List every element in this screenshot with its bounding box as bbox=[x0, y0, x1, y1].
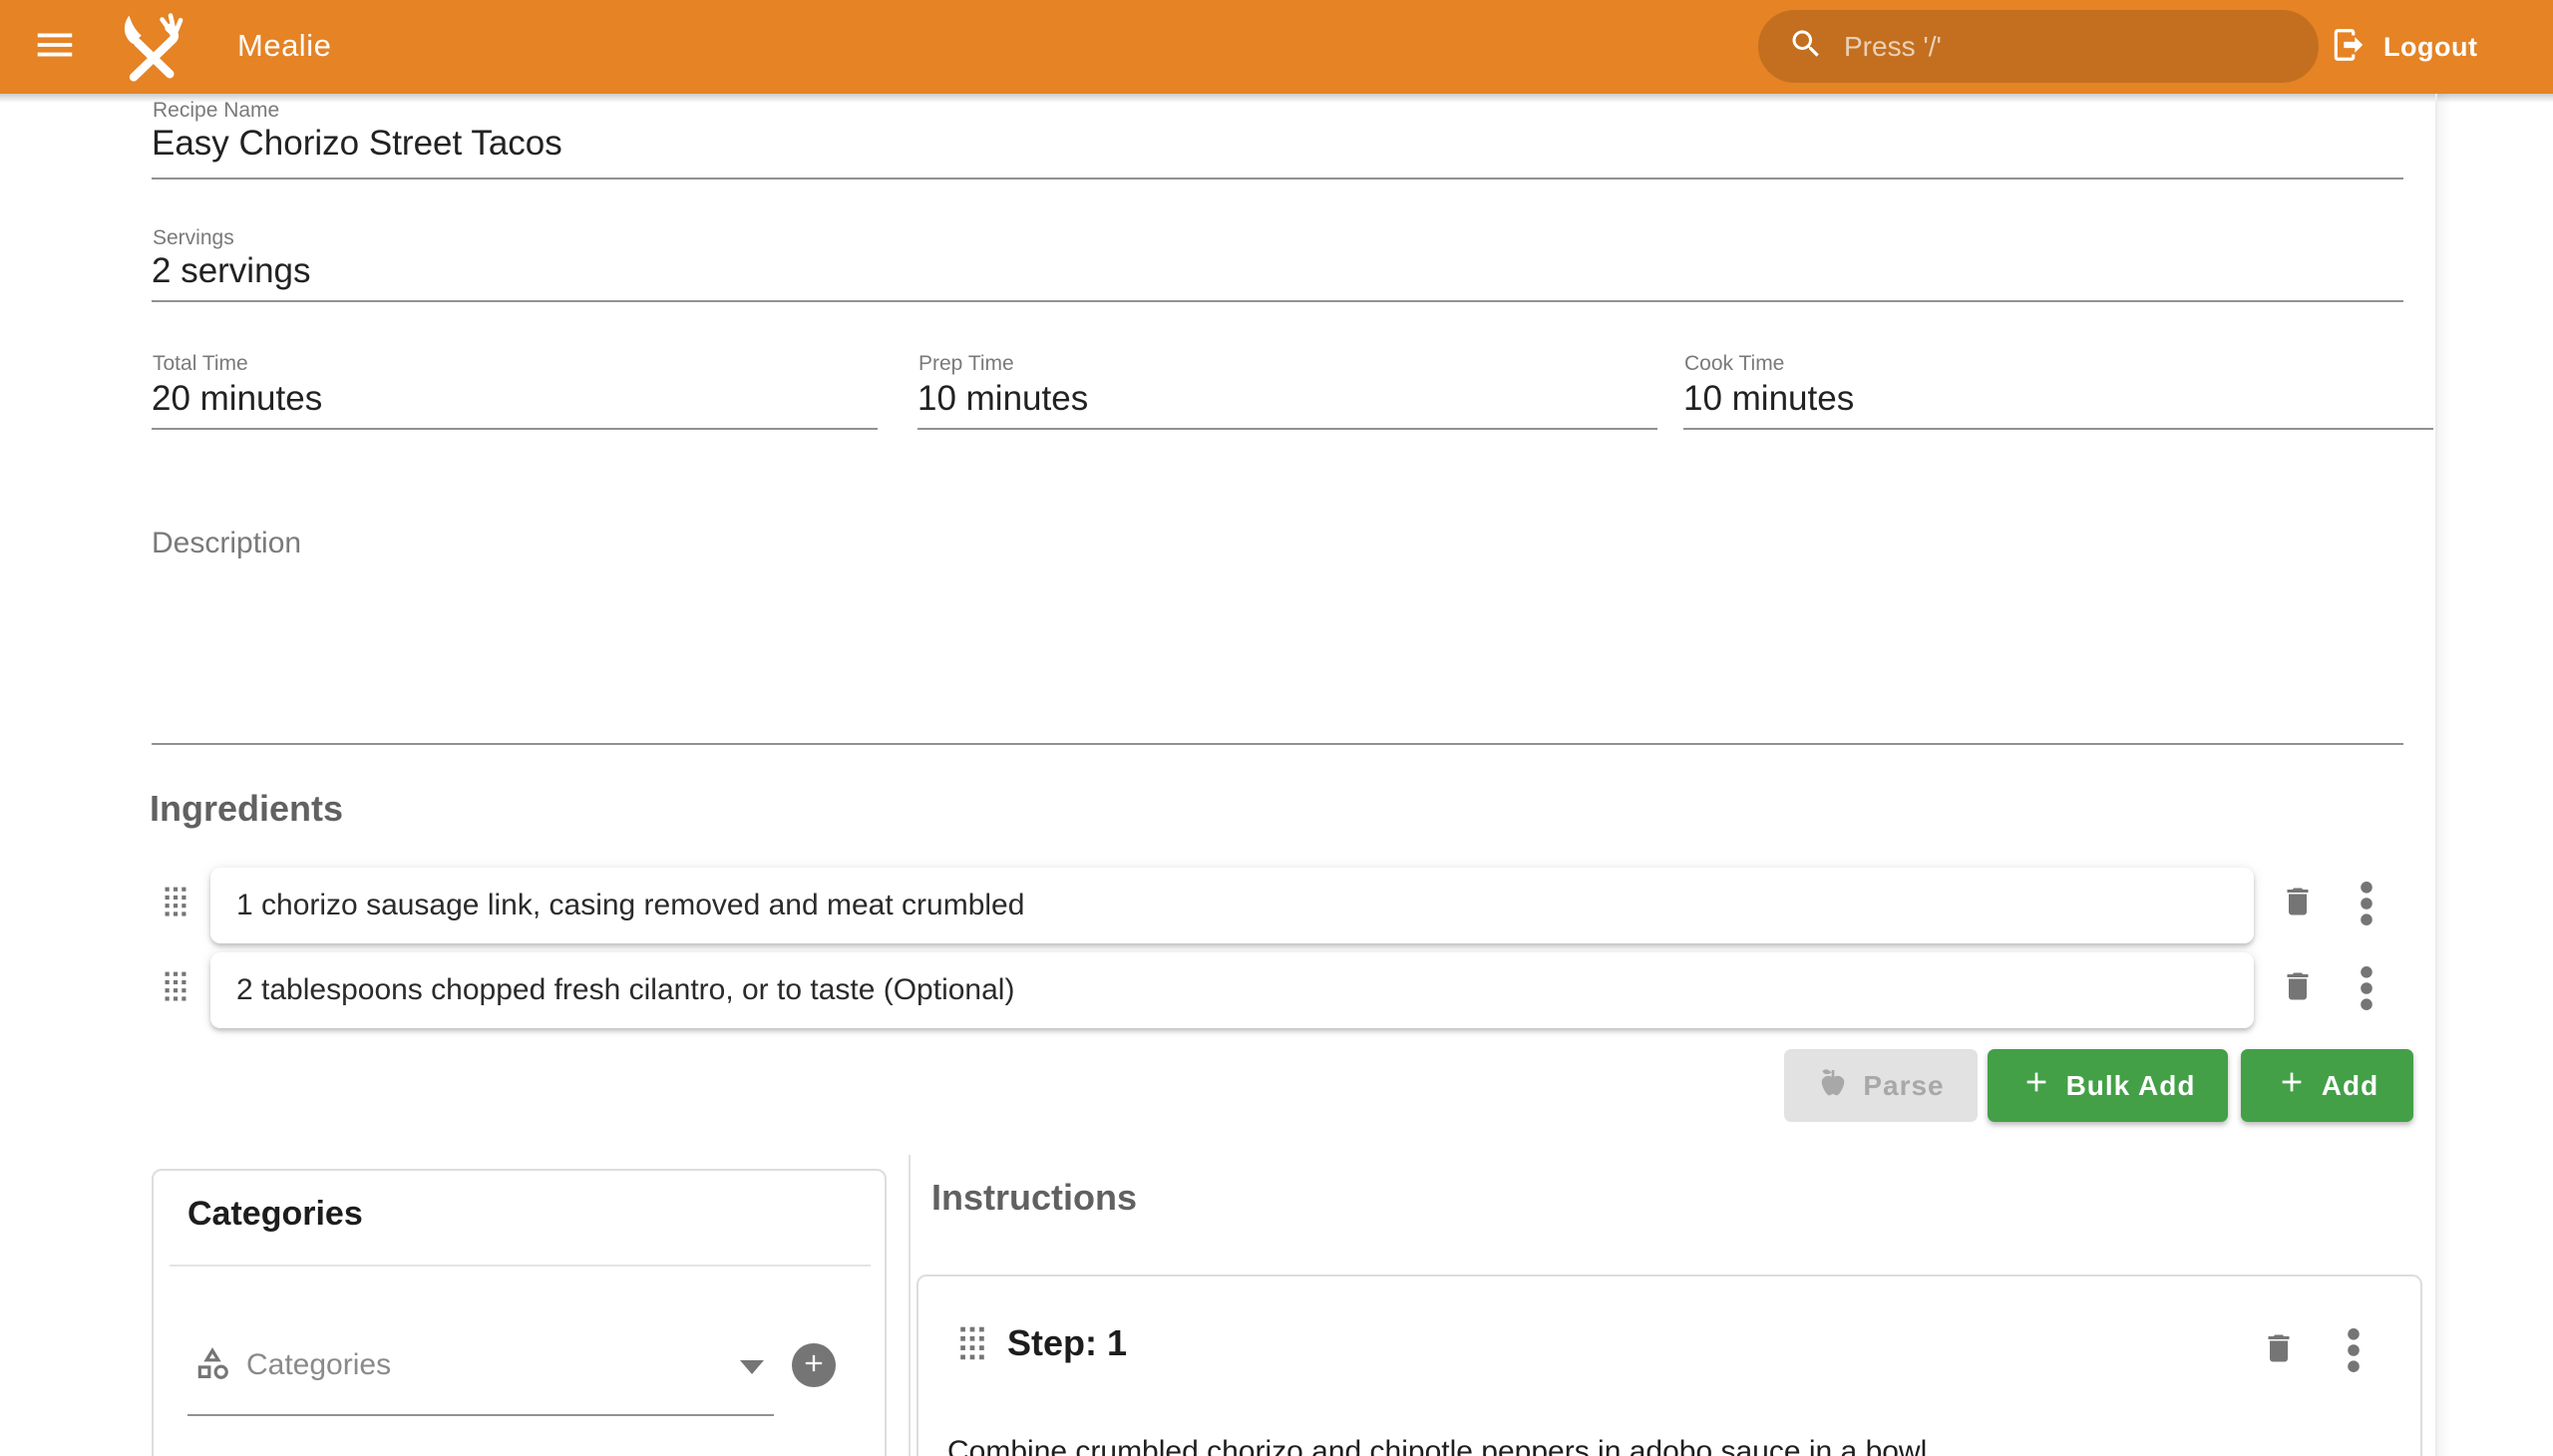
recipe-name-label: Recipe Name bbox=[153, 99, 279, 123]
content-right-shade bbox=[2437, 94, 2451, 1456]
categories-select-placeholder: Categories bbox=[246, 1348, 391, 1382]
parse-button[interactable]: Parse bbox=[1784, 1049, 1978, 1122]
categories-title: Categories bbox=[187, 1195, 363, 1234]
prep-time-field[interactable]: 10 minutes bbox=[917, 379, 1088, 419]
prep-time-label: Prep Time bbox=[918, 352, 1014, 376]
total-time-label: Total Time bbox=[153, 352, 248, 376]
step-options-button[interactable] bbox=[2347, 1328, 2361, 1377]
card-divider bbox=[170, 1265, 871, 1267]
add-button[interactable]: Add bbox=[2241, 1049, 2413, 1122]
description-label: Description bbox=[152, 527, 301, 560]
total-time-field[interactable]: 20 minutes bbox=[152, 379, 322, 419]
drag-handle-icon[interactable] bbox=[164, 887, 187, 918]
plus-icon bbox=[800, 1349, 828, 1382]
bulk-add-label: Bulk Add bbox=[2066, 1070, 2196, 1102]
header-shadow bbox=[0, 94, 2553, 103]
ingredient-options-button[interactable] bbox=[2360, 882, 2373, 930]
cook-time-field[interactable]: 10 minutes bbox=[1683, 379, 1854, 419]
bulk-add-button[interactable]: Bulk Add bbox=[1988, 1049, 2228, 1122]
kebab-menu-icon bbox=[2360, 997, 2373, 1014]
ingredients-heading: Ingredients bbox=[150, 788, 343, 830]
categories-card: Categories Categories bbox=[152, 1169, 887, 1456]
ingredient-text: 2 tablespoons chopped fresh cilantro, or… bbox=[236, 973, 1014, 1007]
app-bar: Mealie Logout bbox=[0, 0, 2553, 94]
cook-time-underline bbox=[1683, 428, 2433, 430]
app-logo-icon bbox=[114, 11, 187, 85]
step-title: Step: 1 bbox=[1007, 1322, 1127, 1364]
instructions-heading: Instructions bbox=[931, 1177, 1137, 1219]
kebab-menu-icon bbox=[2347, 1359, 2361, 1376]
servings-field[interactable]: 2 servings bbox=[152, 251, 311, 291]
logout-label: Logout bbox=[2383, 32, 2477, 63]
search-input[interactable] bbox=[1842, 30, 2309, 64]
column-divider bbox=[909, 1155, 911, 1456]
servings-underline bbox=[152, 300, 2403, 302]
search-icon bbox=[1788, 26, 1824, 67]
cook-time-label: Cook Time bbox=[1684, 352, 1784, 376]
description-textarea[interactable] bbox=[152, 560, 2403, 740]
plus-icon bbox=[2020, 1066, 2052, 1105]
kebab-menu-icon bbox=[2360, 912, 2373, 929]
app-title: Mealie bbox=[237, 28, 331, 64]
prep-time-underline bbox=[917, 428, 1657, 430]
ingredient-options-button[interactable] bbox=[2360, 966, 2373, 1015]
ingredient-text: 1 chorizo sausage link, casing removed a… bbox=[236, 889, 1024, 922]
delete-ingredient-button[interactable] bbox=[2280, 880, 2316, 928]
add-category-button[interactable] bbox=[792, 1343, 836, 1387]
description-underline bbox=[152, 743, 2403, 745]
delete-ingredient-button[interactable] bbox=[2280, 964, 2316, 1013]
categories-select[interactable]: Categories bbox=[154, 1330, 852, 1420]
ingredient-input[interactable]: 2 tablespoons chopped fresh cilantro, or… bbox=[210, 952, 2254, 1028]
plus-icon bbox=[2276, 1066, 2308, 1105]
recipe-editor-page: Mealie Logout Recipe Name Easy Chorizo S… bbox=[0, 0, 2553, 1456]
ingredient-input[interactable]: 1 chorizo sausage link, casing removed a… bbox=[210, 868, 2254, 943]
logout-icon bbox=[2330, 26, 2368, 69]
servings-label: Servings bbox=[153, 226, 234, 250]
trash-icon bbox=[2280, 910, 2316, 927]
apple-icon bbox=[1817, 1066, 1849, 1105]
menu-icon bbox=[32, 22, 78, 73]
menu-button[interactable] bbox=[28, 21, 82, 73]
trash-icon bbox=[2261, 1357, 2297, 1374]
recipe-name-underline bbox=[152, 178, 2403, 180]
drag-handle-icon[interactable] bbox=[164, 971, 187, 1003]
categories-select-underline bbox=[187, 1414, 774, 1416]
parse-label: Parse bbox=[1863, 1070, 1944, 1102]
step-card: Step: 1 Combine crumbled chorizo and chi… bbox=[916, 1274, 2422, 1456]
logout-button[interactable]: Logout bbox=[2330, 0, 2477, 94]
add-label: Add bbox=[2322, 1070, 2378, 1102]
shapes-icon bbox=[193, 1344, 231, 1387]
recipe-name-field[interactable]: Easy Chorizo Street Tacos bbox=[152, 124, 562, 164]
step-text-input[interactable]: Combine crumbled chorizo and chipotle pe… bbox=[947, 1432, 2373, 1456]
total-time-underline bbox=[152, 428, 878, 430]
menu-down-icon bbox=[740, 1360, 764, 1374]
trash-icon bbox=[2280, 995, 2316, 1012]
drag-handle-icon[interactable] bbox=[959, 1326, 983, 1358]
delete-step-button[interactable] bbox=[2261, 1326, 2297, 1375]
search-bar[interactable] bbox=[1758, 10, 2319, 83]
